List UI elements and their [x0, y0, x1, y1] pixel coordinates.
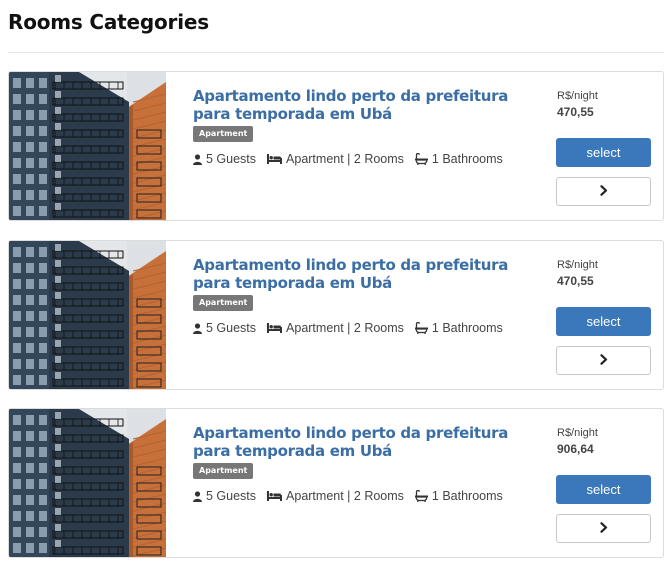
user-icon: [193, 322, 202, 334]
room-type-badge: Apartment: [193, 295, 254, 311]
room-type-feature: Apartment | 2 Rooms: [267, 321, 404, 335]
room-photo[interactable]: [9, 409, 166, 557]
details-button[interactable]: [556, 177, 651, 206]
bed-icon: [267, 323, 283, 333]
bathtub-icon: [414, 153, 428, 165]
chevron-right-icon: [599, 520, 608, 538]
bed-icon: [267, 491, 283, 501]
select-button[interactable]: select: [556, 475, 651, 504]
guests-label: 5 Guests: [206, 321, 257, 335]
guests-feature: 5 Guests: [193, 489, 256, 503]
room-type-feature: Apartment | 2 Rooms: [267, 489, 404, 503]
details-button[interactable]: [556, 514, 651, 543]
guests-feature: 5 Guests: [193, 321, 256, 335]
room-card: Apartamento lindo perto da prefeitura pa…: [8, 240, 664, 390]
page: Rooms Categories Apartamento lindo perto…: [0, 0, 670, 562]
room-features: 5 Guests Apartment | 2 Rooms 1 Bathrooms: [193, 152, 514, 166]
room-features: 5 Guests Apartment | 2 Rooms 1 Bathrooms: [193, 489, 514, 503]
guests-label: 5 Guests: [206, 152, 257, 166]
room-type-badge: Apartment: [193, 126, 254, 142]
bathtub-icon: [414, 322, 428, 334]
user-icon: [193, 490, 202, 502]
guests-feature: 5 Guests: [193, 152, 256, 166]
room-title-link[interactable]: Apartamento lindo perto da prefeitura pa…: [193, 87, 533, 123]
price-unit: R$/night: [557, 259, 598, 271]
price-unit: R$/night: [557, 427, 598, 439]
room-type-badge: Apartment: [193, 463, 254, 479]
price-unit: R$/night: [557, 90, 598, 102]
room-photo[interactable]: [9, 241, 166, 389]
room-type-label: Apartment | 2 Rooms: [286, 489, 404, 503]
details-button[interactable]: [556, 346, 651, 375]
price-value: 470,55: [557, 105, 594, 119]
room-features: 5 Guests Apartment | 2 Rooms 1 Bathrooms: [193, 321, 514, 335]
room-title-link[interactable]: Apartamento lindo perto da prefeitura pa…: [193, 424, 533, 460]
price-value: 470,55: [557, 274, 594, 288]
room-photo[interactable]: [9, 72, 166, 220]
room-type-label: Apartment | 2 Rooms: [286, 321, 404, 335]
bathrooms-label: 1 Bathrooms: [431, 321, 503, 335]
room-type-label: Apartment | 2 Rooms: [286, 152, 404, 166]
bathrooms-label: 1 Bathrooms: [431, 489, 503, 503]
select-button[interactable]: select: [556, 138, 651, 167]
bathtub-icon: [414, 490, 428, 502]
bathrooms-feature: 1 Bathrooms: [414, 489, 503, 503]
guests-label: 5 Guests: [206, 489, 257, 503]
bathrooms-feature: 1 Bathrooms: [414, 152, 503, 166]
select-button[interactable]: select: [556, 307, 651, 336]
room-card: Apartamento lindo perto da prefeitura pa…: [8, 408, 664, 558]
room-card: Apartamento lindo perto da prefeitura pa…: [8, 71, 664, 221]
chevron-right-icon: [599, 352, 608, 370]
room-title-link[interactable]: Apartamento lindo perto da prefeitura pa…: [193, 256, 533, 292]
price-value: 906,64: [557, 442, 594, 456]
page-title: Rooms Categories: [8, 10, 209, 34]
room-type-feature: Apartment | 2 Rooms: [267, 152, 404, 166]
user-icon: [193, 153, 202, 165]
room-list: Apartamento lindo perto da prefeitura pa…: [8, 71, 664, 577]
chevron-right-icon: [599, 183, 608, 201]
bathrooms-feature: 1 Bathrooms: [414, 321, 503, 335]
bed-icon: [267, 154, 283, 164]
bathrooms-label: 1 Bathrooms: [431, 152, 503, 166]
divider: [8, 52, 664, 53]
